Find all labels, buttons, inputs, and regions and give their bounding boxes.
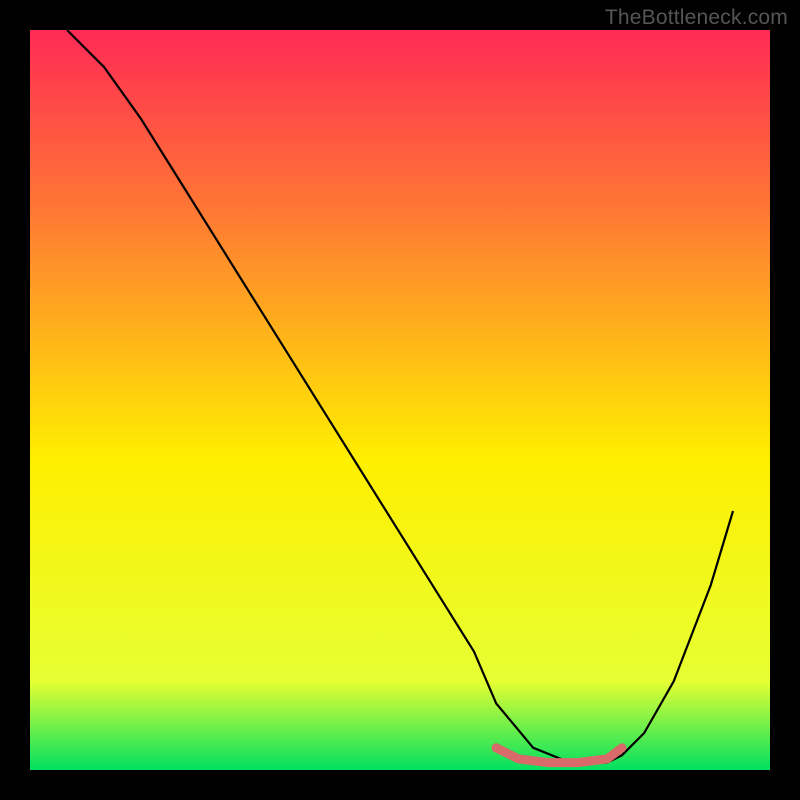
watermark-text: TheBottleneck.com xyxy=(605,6,788,30)
bottleneck-chart xyxy=(0,0,800,800)
chart-background xyxy=(30,30,770,770)
